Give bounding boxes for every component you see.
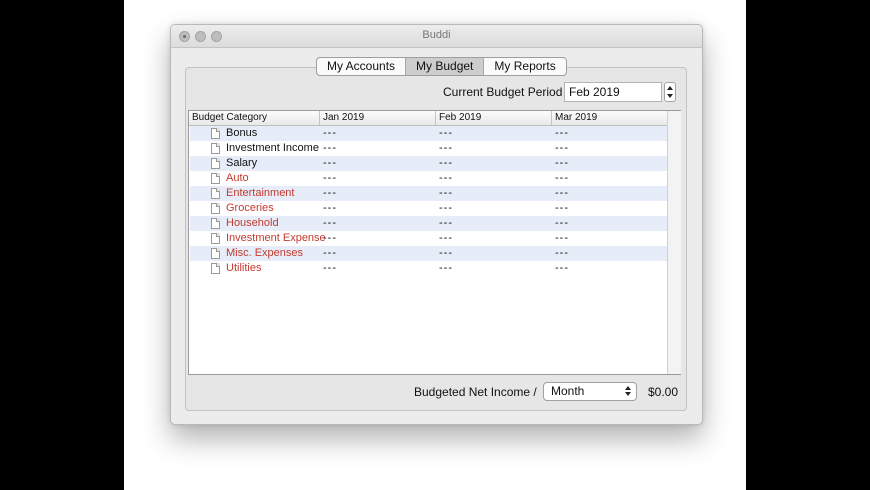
budget-cell[interactable]: --- <box>555 262 569 275</box>
table-row[interactable]: Investment Income --- --- --- <box>190 141 667 156</box>
budget-cell[interactable]: --- <box>555 232 569 245</box>
document-icon <box>211 143 220 154</box>
budget-cell[interactable]: --- <box>439 127 453 140</box>
budget-table: Budget Category Jan 2019 Feb 2019 Mar 20… <box>188 110 681 375</box>
budget-cell[interactable]: --- <box>555 157 569 170</box>
budget-cell[interactable]: --- <box>323 172 337 185</box>
column-header-mar[interactable]: Mar 2019 <box>552 111 667 125</box>
vertical-scrollbar[interactable] <box>667 111 681 374</box>
table-row[interactable]: Salary --- --- --- <box>190 156 667 171</box>
budget-cell[interactable]: --- <box>555 202 569 215</box>
category-name: Groceries <box>226 202 274 214</box>
document-icon <box>211 233 220 244</box>
period-type-select[interactable]: Month <box>543 382 637 401</box>
column-header-category[interactable]: Budget Category <box>189 111 320 125</box>
window-title: Buddi <box>422 29 451 41</box>
select-arrows-icon <box>623 385 634 398</box>
table-row[interactable]: Investment Expense --- --- --- <box>190 231 667 246</box>
budget-cell[interactable]: --- <box>555 217 569 230</box>
budget-cell[interactable]: --- <box>439 262 453 275</box>
budget-cell[interactable]: --- <box>323 157 337 170</box>
table-header: Budget Category Jan 2019 Feb 2019 Mar 20… <box>189 111 667 126</box>
budget-cell[interactable]: --- <box>439 157 453 170</box>
column-header-feb[interactable]: Feb 2019 <box>436 111 552 125</box>
period-stepper[interactable] <box>664 82 676 102</box>
table-row[interactable]: Misc. Expenses --- --- --- <box>190 246 667 261</box>
budget-cell[interactable]: --- <box>323 262 337 275</box>
budget-cell[interactable]: --- <box>439 232 453 245</box>
document-icon <box>211 188 220 199</box>
title-bar: Buddi <box>171 25 702 48</box>
budget-cell[interactable]: --- <box>323 217 337 230</box>
category-name: Auto <box>226 172 249 184</box>
budget-cell[interactable]: --- <box>555 187 569 200</box>
net-income-value: $0.00 <box>648 385 679 399</box>
budget-cell[interactable]: --- <box>323 127 337 140</box>
period-type-value: Month <box>551 384 585 398</box>
document-icon <box>211 248 220 259</box>
category-name: Salary <box>226 157 258 169</box>
category-name: Utilities <box>226 262 262 274</box>
category-name: Investment Income <box>226 142 319 154</box>
budget-cell[interactable]: --- <box>439 172 453 185</box>
budget-cell[interactable]: --- <box>439 247 453 260</box>
document-icon <box>211 173 220 184</box>
category-name: Household <box>226 217 279 229</box>
document-icon <box>211 218 220 229</box>
document-icon <box>211 203 220 214</box>
document-icon <box>211 263 220 274</box>
table-row[interactable]: Entertainment --- --- --- <box>190 186 667 201</box>
budget-period-label: Current Budget Period <box>443 85 563 99</box>
budget-cell[interactable]: --- <box>439 202 453 215</box>
category-name: Misc. Expenses <box>226 247 304 259</box>
table-row[interactable]: Groceries --- --- --- <box>190 201 667 216</box>
budget-cell[interactable]: --- <box>323 232 337 245</box>
document-icon <box>211 158 220 169</box>
category-name: Bonus <box>226 127 258 139</box>
table-row[interactable]: Bonus --- --- --- <box>190 126 667 141</box>
budget-cell[interactable]: --- <box>323 202 337 215</box>
budget-period-field[interactable]: Feb 2019 <box>564 82 662 102</box>
budget-cell[interactable]: --- <box>555 142 569 155</box>
tab-my-accounts[interactable]: My Accounts <box>317 58 407 75</box>
table-row[interactable]: Utilities --- --- --- <box>190 261 667 276</box>
budget-cell[interactable]: --- <box>555 247 569 260</box>
category-name: Entertainment <box>226 187 295 199</box>
table-row[interactable]: Auto --- --- --- <box>190 171 667 186</box>
column-header-jan[interactable]: Jan 2019 <box>320 111 436 125</box>
budget-cell[interactable]: --- <box>439 187 453 200</box>
tab-my-budget[interactable]: My Budget <box>406 58 485 75</box>
document-icon <box>211 128 220 139</box>
budget-cell[interactable]: --- <box>439 142 453 155</box>
tab-my-reports[interactable]: My Reports <box>484 58 565 75</box>
budget-cell[interactable]: --- <box>555 172 569 185</box>
view-tabs: My Accounts My Budget My Reports <box>316 57 567 76</box>
budget-cell[interactable]: --- <box>323 247 337 260</box>
budget-cell[interactable]: --- <box>323 142 337 155</box>
net-income-label: Budgeted Net Income / <box>414 385 537 399</box>
category-name: Investment Expense <box>226 232 326 244</box>
budget-cell[interactable]: --- <box>439 217 453 230</box>
budget-cell[interactable]: --- <box>555 127 569 140</box>
budget-cell[interactable]: --- <box>323 187 337 200</box>
table-row[interactable]: Household --- --- --- <box>190 216 667 231</box>
